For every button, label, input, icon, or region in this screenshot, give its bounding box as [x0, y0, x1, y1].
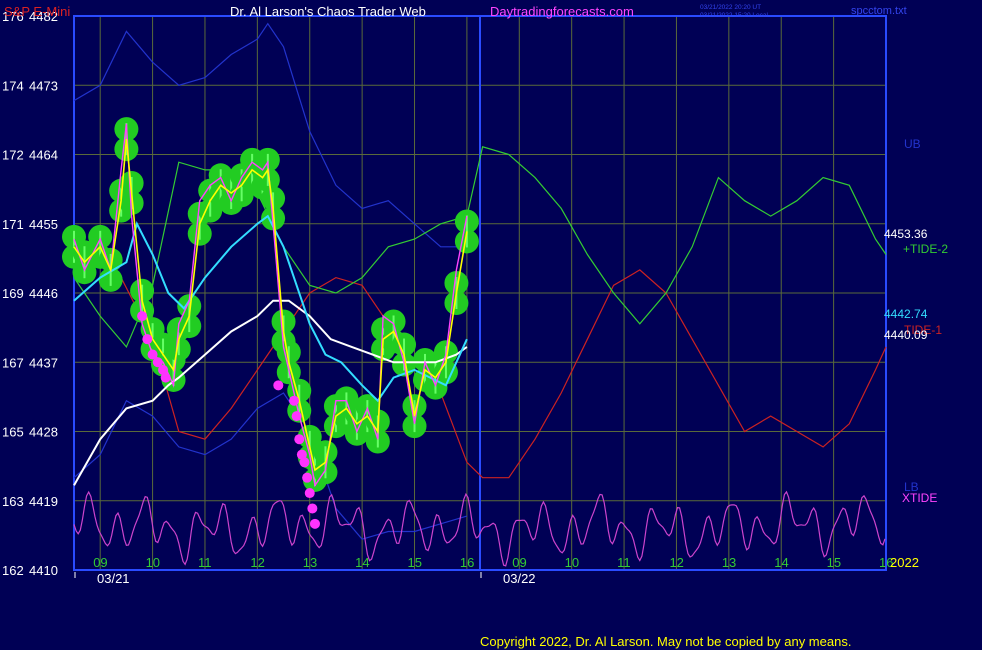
peak-dot — [304, 488, 315, 499]
y-left-tick-label: 174 — [2, 78, 24, 93]
x-tick-label: 09 — [512, 555, 526, 570]
peak-dot — [142, 334, 153, 345]
y-right-tick-label: 4446 — [29, 286, 58, 301]
x-tick-label: 15 — [408, 555, 422, 570]
date-label: 03/21 — [97, 571, 130, 586]
x-tick-label: 09 — [93, 555, 107, 570]
x-tick-label: 10 — [146, 555, 160, 570]
series-label: +TIDE-2 — [903, 242, 948, 256]
chart-canvas: 176 4482174 4473172 4464171 4455169 4446167 44… — [0, 0, 982, 650]
y-right-tick-label: 4419 — [29, 494, 58, 509]
date-label: 03/22 — [503, 571, 536, 586]
y-left-tick-label: 172 — [2, 148, 24, 163]
y-right-tick-label: 4473 — [29, 78, 58, 93]
y-right-tick-label: 4437 — [29, 355, 58, 370]
series-label: XTIDE — [902, 491, 937, 505]
y-left-tick-label: 171 — [2, 217, 24, 232]
series-label: UB — [904, 137, 921, 151]
peak-dot — [307, 503, 318, 514]
y-right-tick-label: 4464 — [29, 148, 58, 163]
y-left-tick-label: 162 — [2, 563, 24, 578]
x-tick-label: 13 — [722, 555, 736, 570]
y-left-tick-label: 167 — [2, 355, 24, 370]
y-left-tick-label: 163 — [2, 494, 24, 509]
value-label: 4453.36 — [884, 227, 928, 241]
y-right-tick-label: 4428 — [29, 425, 58, 440]
local-stamp: 03/21/2022 15:20 Local — [700, 12, 769, 19]
utc-stamp: 03/21/2022 20:20 UT — [700, 4, 761, 11]
year-label: 2022 — [890, 555, 919, 570]
y-right-tick-label: 4455 — [29, 217, 58, 232]
y-left-tick-label: 165 — [2, 425, 24, 440]
peak-dot — [273, 380, 284, 391]
peak-dot — [309, 518, 320, 529]
x-tick-label: 11 — [617, 555, 631, 570]
x-tick-label: 13 — [303, 555, 317, 570]
peak-dot — [294, 434, 305, 445]
peak-dot — [302, 472, 313, 483]
x-tick-label: 14 — [774, 555, 788, 570]
file-name: spcctom.txt — [851, 5, 907, 17]
site-link[interactable]: Daytradingforecasts.com — [490, 4, 634, 19]
x-tick-label: 11 — [198, 555, 212, 570]
y-right-tick-label: 4410 — [29, 563, 58, 578]
x-tick-label: 15 — [827, 555, 841, 570]
peak-dot — [137, 311, 148, 322]
chart-title: Dr. Al Larson's Chaos Trader Web — [230, 4, 426, 19]
chart-symbol: S&P E-Mini — [4, 4, 70, 19]
x-tick-label: 16 — [460, 555, 474, 570]
value-label: 4440.09 — [884, 328, 928, 342]
y-left-tick-label: 169 — [2, 286, 24, 301]
copyright: Copyright 2022, Dr. Al Larson. May not b… — [480, 634, 851, 649]
peak-dot — [299, 457, 310, 468]
peak-dot — [291, 411, 302, 422]
peak-dot — [160, 372, 171, 383]
value-label: 4442.74 — [884, 307, 928, 321]
peak-dot — [289, 395, 300, 406]
x-tick-label: 12 — [669, 555, 683, 570]
x-tick-label: 10 — [565, 555, 579, 570]
x-tick-label: 12 — [250, 555, 264, 570]
x-tick-label: 14 — [355, 555, 369, 570]
